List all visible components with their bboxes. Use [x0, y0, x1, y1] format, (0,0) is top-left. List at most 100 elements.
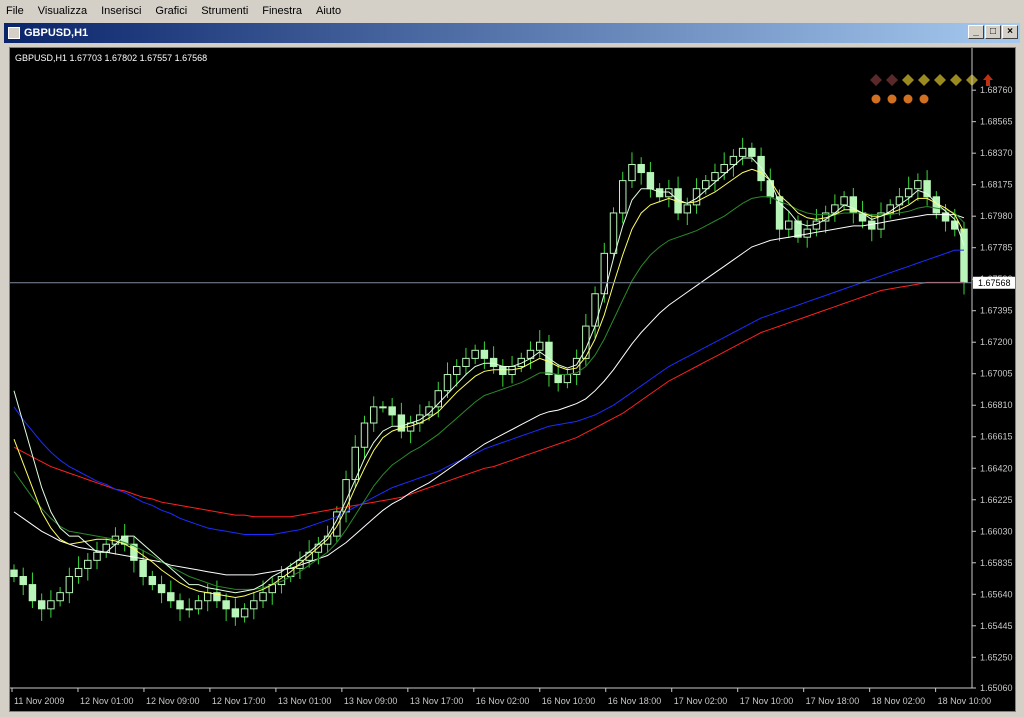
candle-body [222, 600, 230, 610]
maximize-button[interactable]: □ [985, 25, 1001, 39]
candle-body [785, 220, 793, 230]
minimize-button[interactable]: _ [968, 25, 984, 39]
ma-yellow-line [13, 168, 965, 599]
chart-window-title: GBPUSD,H1 [24, 27, 89, 39]
diamond-icon [918, 74, 930, 86]
menu-charts[interactable]: Grafici [149, 5, 195, 17]
candle-body [655, 188, 664, 198]
candle-body [600, 252, 609, 295]
x-tick-label: 17 Nov 10:00 [740, 696, 794, 706]
x-tick-label: 13 Nov 09:00 [344, 696, 398, 706]
dot-icon [871, 94, 881, 104]
candle-body [65, 576, 74, 594]
y-tick-label: 1.67980 [980, 211, 1013, 221]
candle-body [388, 406, 396, 416]
candle-body [139, 559, 147, 578]
window-controls: _ □ × [968, 25, 1018, 39]
diamond-icon [934, 74, 946, 86]
candle-body [748, 147, 756, 157]
menu-view[interactable]: Visualizza [32, 5, 95, 17]
close-button[interactable]: × [1002, 25, 1018, 39]
x-tick-label: 13 Nov 01:00 [278, 696, 332, 706]
candle-body [683, 204, 692, 214]
candle-body [28, 584, 37, 602]
candle-body [74, 567, 83, 578]
y-tick-label: 1.65250 [980, 652, 1013, 662]
candle-body [37, 600, 46, 610]
candle-body [240, 608, 249, 618]
candle-body [914, 180, 922, 190]
candle-body [646, 172, 655, 190]
ma-blue-line [13, 249, 964, 535]
candle-body [471, 349, 479, 359]
chart-area[interactable]: GBPUSD,H1 1.67703 1.67802 1.67557 1.6756… [9, 47, 1016, 712]
candle-body [157, 584, 166, 594]
y-tick-label: 1.66810 [980, 400, 1013, 410]
x-tick-label: 13 Nov 17:00 [410, 696, 464, 706]
candle-body [554, 374, 562, 384]
signal-indicators [870, 74, 993, 104]
candle-body [84, 559, 92, 569]
candle-body [203, 592, 212, 602]
candle-body [360, 422, 369, 448]
candle-body [185, 608, 193, 611]
moving-averages [13, 157, 965, 599]
x-tick-label: 11 Nov 2009 [14, 696, 64, 706]
candle-body [434, 390, 443, 408]
candle-body [323, 535, 332, 545]
y-tick-label: 1.66615 [980, 432, 1013, 442]
candle-body [840, 196, 848, 206]
candle-body [489, 357, 498, 367]
y-tick-label: 1.65060 [980, 683, 1013, 693]
x-tick-label: 16 Nov 02:00 [476, 696, 530, 706]
x-tick-label: 18 Nov 10:00 [938, 696, 992, 706]
candle-body [19, 576, 27, 586]
candle-body [443, 374, 452, 392]
y-tick-label: 1.65445 [980, 621, 1013, 631]
y-tick-label: 1.67005 [980, 369, 1013, 379]
dot-icon [903, 94, 913, 104]
candle-body [711, 172, 719, 182]
ma-fast-line [13, 157, 965, 594]
candle-body [452, 365, 461, 376]
candle-body [369, 406, 378, 424]
candle-body [563, 374, 572, 384]
candle-body [904, 188, 913, 198]
chart-window-icon [8, 27, 20, 39]
candle-body [167, 592, 175, 602]
candles [10, 137, 968, 626]
y-tick-label: 1.68175 [980, 180, 1013, 190]
candle-body [665, 188, 673, 198]
menu-tools[interactable]: Strumenti [195, 5, 256, 17]
menu-insert[interactable]: Inserisci [95, 5, 149, 17]
candle-body [462, 357, 470, 367]
x-tick-label: 12 Nov 09:00 [146, 696, 200, 706]
candle-body [628, 163, 636, 182]
menu-window[interactable]: Finestra [256, 5, 310, 17]
candle-body [766, 180, 775, 198]
menu-file[interactable]: File [0, 5, 32, 17]
candle-body [738, 147, 747, 157]
x-tick-label: 12 Nov 17:00 [212, 696, 266, 706]
ma-white-line [13, 214, 965, 576]
candle-body [47, 600, 55, 610]
menu-bar: File Visualizza Inserisci Grafici Strume… [0, 0, 1024, 22]
price-chart[interactable]: GBPUSD,H1 1.67703 1.67802 1.67557 1.6756… [10, 48, 1015, 711]
candle-body [194, 600, 203, 610]
x-tick-label: 17 Nov 18:00 [806, 696, 860, 706]
menu-help[interactable]: Aiuto [310, 5, 349, 17]
candle-body [379, 406, 387, 409]
candle-body [93, 551, 101, 561]
candle-body [923, 180, 931, 198]
candle-body [960, 228, 968, 283]
chart-window-titlebar[interactable]: GBPUSD,H1 _ □ × [4, 23, 1020, 43]
dot-icon [919, 94, 929, 104]
candle-body [231, 608, 240, 618]
y-tick-label: 1.66030 [980, 526, 1013, 536]
y-tick-label: 1.66225 [980, 495, 1013, 505]
dot-icon [887, 94, 897, 104]
y-tick-label: 1.67200 [980, 337, 1013, 347]
y-tick-label: 1.67785 [980, 243, 1013, 253]
x-tick-label: 17 Nov 02:00 [674, 696, 728, 706]
x-tick-label: 16 Nov 18:00 [608, 696, 662, 706]
